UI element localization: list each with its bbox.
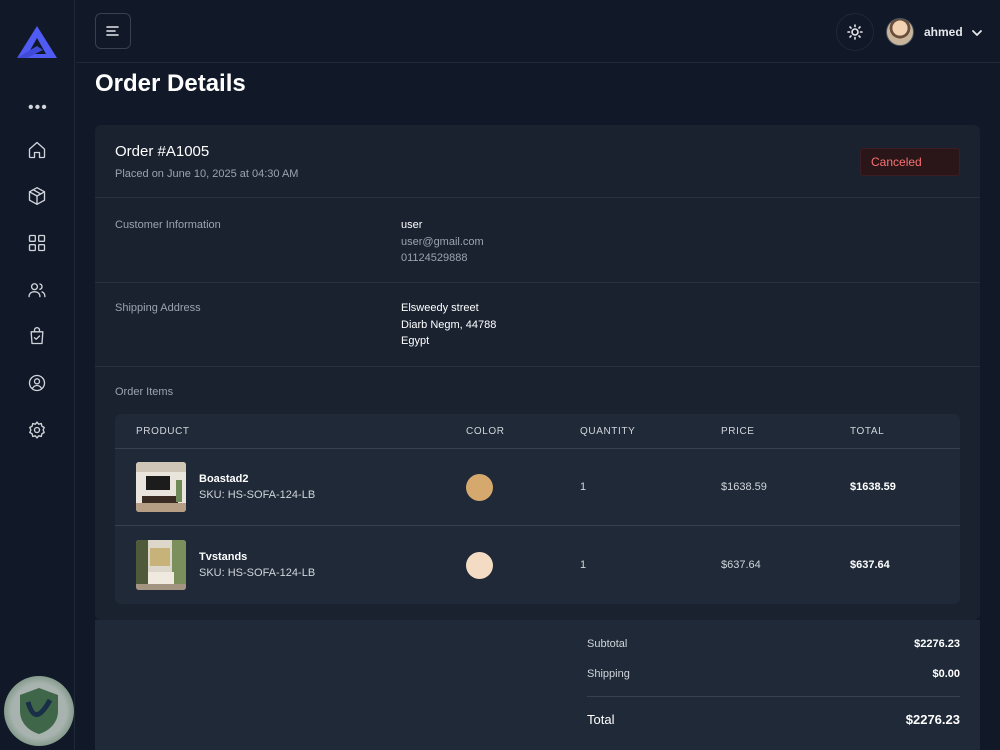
total-value: $2276.23 bbox=[905, 712, 960, 727]
subtotal-value: $2276.23 bbox=[914, 638, 960, 650]
sun-icon bbox=[847, 24, 863, 40]
product-name[interactable]: Boastad2 bbox=[199, 473, 249, 485]
order-summary: Subtotal $2276.23 Shipping $0.00 Total $… bbox=[95, 620, 980, 750]
column-header-product: PRODUCT bbox=[136, 426, 190, 437]
users-icon[interactable] bbox=[26, 279, 48, 301]
customer-info-section: Customer Information user user@gmail.com… bbox=[95, 198, 980, 283]
column-header-color: COLOR bbox=[466, 426, 505, 437]
column-header-quantity: QUANTITY bbox=[580, 426, 636, 437]
menu-toggle-button[interactable] bbox=[95, 13, 131, 49]
menu-icon bbox=[106, 26, 119, 36]
shipping-line-2: Diarb Negm, 44788 bbox=[401, 318, 497, 331]
color-swatch bbox=[466, 474, 493, 501]
order-items-label: Order Items bbox=[115, 386, 174, 398]
price: $637.64 bbox=[721, 559, 761, 571]
user-circle-icon[interactable] bbox=[26, 372, 48, 394]
color-swatch bbox=[466, 552, 493, 579]
shipping-address-section: Shipping Address Elsweedy street Diarb N… bbox=[95, 283, 980, 367]
box-icon[interactable] bbox=[26, 185, 48, 207]
column-header-price: PRICE bbox=[721, 426, 755, 437]
grid-icon[interactable] bbox=[26, 232, 48, 254]
top-header: ahmed bbox=[76, 0, 1000, 63]
shipping-line-3: Egypt bbox=[401, 335, 430, 347]
watermark-logo bbox=[4, 676, 74, 746]
shipping-line-1: Elsweedy street bbox=[401, 302, 479, 314]
column-header-total: TOTAL bbox=[850, 426, 885, 437]
line-total: $637.64 bbox=[850, 559, 890, 571]
product-sku: SKU: HS-SOFA-124-LB bbox=[199, 567, 316, 579]
customer-name: user bbox=[401, 219, 423, 231]
line-total: $1638.59 bbox=[850, 481, 896, 493]
chevron-down-icon[interactable] bbox=[971, 26, 983, 38]
table-row[interactable]: Boastad2 SKU: HS-SOFA-124-LB 1 $1638.59 … bbox=[115, 449, 960, 526]
customer-email: user@gmail.com bbox=[401, 235, 484, 248]
table-header-row: PRODUCT COLOR QUANTITY PRICE TOTAL bbox=[115, 414, 960, 449]
page-title: Order Details bbox=[95, 70, 246, 97]
home-icon[interactable] bbox=[26, 139, 48, 161]
product-thumbnail[interactable] bbox=[136, 540, 186, 590]
sidebar: ••• bbox=[0, 0, 75, 750]
order-card: Order #A1005 Placed on June 10, 2025 at … bbox=[95, 125, 980, 620]
avatar[interactable] bbox=[886, 18, 914, 46]
brand-logo[interactable] bbox=[15, 24, 59, 60]
order-date: Placed on June 10, 2025 at 04:30 AM bbox=[115, 168, 299, 180]
user-name[interactable]: ahmed bbox=[924, 25, 963, 39]
shipping-cost-value: $0.00 bbox=[932, 668, 960, 680]
subtotal-label: Subtotal bbox=[587, 638, 628, 650]
order-items-table: PRODUCT COLOR QUANTITY PRICE TOTAL Boast… bbox=[115, 414, 960, 604]
shipping-address-label: Shipping Address bbox=[115, 302, 201, 314]
customer-details: user user@gmail.com 01124529888 bbox=[401, 217, 484, 267]
order-number: Order #A1005 bbox=[115, 143, 210, 160]
table-row[interactable]: Tvstands SKU: HS-SOFA-124-LB 1 $637.64 $… bbox=[115, 527, 960, 604]
product-name[interactable]: Tvstands bbox=[199, 551, 247, 563]
summary-divider bbox=[587, 696, 960, 697]
customer-info-label: Customer Information bbox=[115, 219, 221, 231]
status-badge: Canceled bbox=[860, 148, 960, 176]
quantity: 1 bbox=[580, 481, 587, 493]
gear-icon[interactable] bbox=[26, 419, 48, 441]
total-label: Total bbox=[587, 712, 615, 727]
quantity: 1 bbox=[580, 559, 587, 571]
theme-toggle-button[interactable] bbox=[836, 13, 874, 51]
customer-phone: 01124529888 bbox=[401, 252, 468, 264]
shipping-cost-label: Shipping bbox=[587, 668, 630, 680]
product-thumbnail[interactable] bbox=[136, 462, 186, 512]
order-header: Order #A1005 Placed on June 10, 2025 at … bbox=[95, 125, 980, 198]
price: $1638.59 bbox=[721, 481, 767, 493]
shopping-bag-icon[interactable] bbox=[26, 325, 48, 347]
user-menu[interactable]: ahmed bbox=[886, 17, 983, 47]
more-dots-icon[interactable]: ••• bbox=[28, 100, 48, 116]
product-sku: SKU: HS-SOFA-124-LB bbox=[199, 489, 316, 501]
shipping-address: Elsweedy street Diarb Negm, 44788 Egypt bbox=[401, 300, 496, 350]
